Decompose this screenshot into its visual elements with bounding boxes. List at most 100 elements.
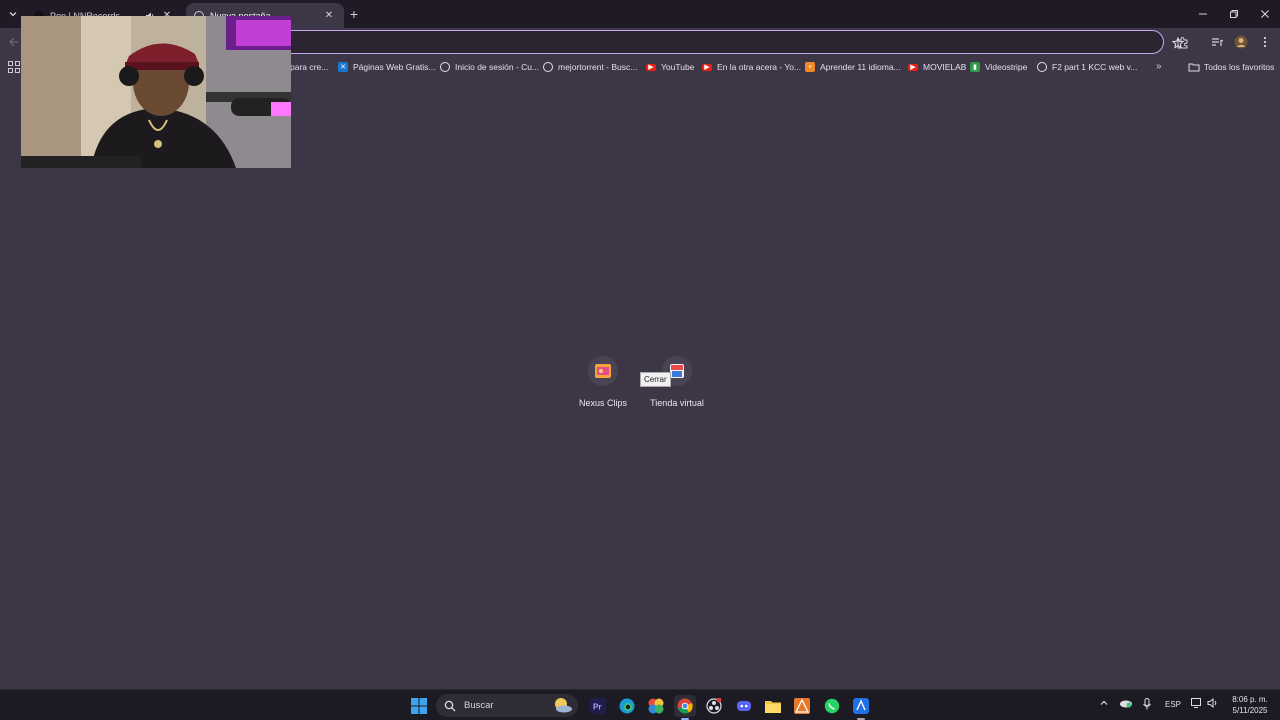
- media-controls-button[interactable]: [1209, 34, 1225, 50]
- apps-grid-icon[interactable]: [8, 61, 20, 73]
- edge-icon: [619, 698, 635, 714]
- shortcut-icon: [588, 356, 618, 386]
- profile-avatar[interactable]: [1233, 34, 1249, 50]
- taskbar-chrome[interactable]: [674, 695, 696, 720]
- bookmark-item[interactable]: ▮ Videostripe: [970, 59, 1027, 75]
- tray-overflow-icon[interactable]: [1099, 698, 1109, 710]
- windows-logo-icon: [411, 698, 427, 714]
- restore-icon: [1230, 10, 1238, 18]
- extensions-button[interactable]: [1174, 34, 1190, 50]
- bookmark-label: Aprender 11 idioma...: [820, 62, 901, 72]
- shortcut-label: Tienda virtual: [650, 398, 704, 408]
- tienda-virtual-icon: [670, 364, 684, 378]
- nexus-clips-icon: [595, 364, 611, 378]
- windows-taskbar: Buscar Pr ESP 8:06 p. m. 5/11/2025: [0, 689, 1280, 720]
- google-icon: [543, 62, 553, 72]
- taskbar-clock[interactable]: 8:06 p. m. 5/11/2025: [1226, 694, 1274, 716]
- bookmark-label: mejortorrent - Busc...: [558, 62, 638, 72]
- shortcut-nexus-clips[interactable]: Nexus Clips: [568, 356, 638, 416]
- chevron-down-icon: [9, 12, 17, 17]
- youtube-icon: ▶: [702, 63, 712, 71]
- discord-icon: [737, 701, 751, 711]
- folder-icon: [765, 701, 781, 713]
- whatsapp-icon: [824, 698, 840, 714]
- taskbar-obs[interactable]: [703, 695, 725, 717]
- onedrive-icon[interactable]: [1119, 698, 1133, 710]
- youtube-icon: ▶: [646, 63, 656, 71]
- premiere-pro-icon: Pr: [590, 698, 606, 714]
- folder-icon: [1188, 63, 1200, 72]
- taskbar-whatsapp[interactable]: [821, 695, 843, 717]
- bookmark-item[interactable]: + Aprender 11 idioma...: [805, 59, 901, 75]
- colorful-app-icon: [648, 698, 664, 714]
- bookmark-label: MOVIELAB: [923, 62, 967, 72]
- taskbar-blue-app[interactable]: [850, 695, 872, 720]
- taskbar-edge[interactable]: [616, 695, 638, 717]
- webcam-person-image: [21, 16, 291, 168]
- bookmarks-overflow-icon[interactable]: »: [1156, 61, 1162, 72]
- restore-button[interactable]: [1219, 0, 1249, 28]
- taskbar-photos[interactable]: [645, 695, 667, 717]
- all-bookmarks-folder[interactable]: Todos los favoritos: [1188, 59, 1274, 75]
- taskbar-discord[interactable]: [733, 695, 755, 717]
- clock-date: 5/11/2025: [1232, 706, 1268, 715]
- bookmark-label: Videostripe: [985, 62, 1028, 72]
- green-icon: ▮: [970, 62, 980, 72]
- taskbar-premiere[interactable]: Pr: [587, 695, 609, 717]
- network-icon[interactable]: [1191, 698, 1203, 710]
- puzzle-icon: [1177, 36, 1187, 48]
- close-window-button[interactable]: [1250, 0, 1280, 28]
- google-icon: [440, 62, 450, 72]
- kebab-menu-icon: [1263, 36, 1267, 48]
- taskbar-file-explorer[interactable]: [762, 695, 784, 717]
- start-button[interactable]: [408, 695, 430, 717]
- bookmark-item[interactable]: ✕ Páginas Web Gratis...: [338, 59, 436, 75]
- bookmark-item[interactable]: ▶ En la otra acera - Yo...: [702, 59, 801, 75]
- menu-button[interactable]: [1257, 34, 1273, 50]
- shortcut-label: Nexus Clips: [578, 398, 627, 408]
- microphone-icon[interactable]: [1142, 698, 1152, 712]
- webcam-overlay: [21, 16, 291, 168]
- minimize-icon: [1199, 13, 1207, 15]
- bookmark-label: Páginas Web Gratis...: [353, 62, 436, 72]
- search-icon: [444, 700, 456, 711]
- bookmark-item[interactable]: F2 part 1 KCC web v...: [1037, 59, 1137, 75]
- playlist-icon: [1211, 37, 1223, 46]
- bookmark-item[interactable]: ▶ MOVIELAB: [908, 59, 966, 75]
- clock-time: 8:06 p. m.: [1232, 695, 1268, 704]
- bookmark-label: F2 part 1 KCC web v...: [1052, 62, 1138, 72]
- bookmark-label: YouTube: [661, 62, 695, 72]
- globe-icon: [1037, 62, 1047, 72]
- bookmark-item[interactable]: ▶ YouTube: [646, 59, 694, 75]
- x-icon: ✕: [338, 62, 348, 72]
- youtube-icon: ▶: [908, 63, 918, 71]
- weather-icon: [555, 698, 572, 713]
- bookmark-label: para cre...: [290, 62, 329, 72]
- bookmark-label: Inicio de sesión - Cu...: [455, 62, 540, 72]
- bookmark-item[interactable]: para cre...: [290, 59, 328, 75]
- chrome-icon: [677, 698, 693, 714]
- close-tooltip: Cerrar: [640, 372, 671, 387]
- search-label: Buscar: [464, 700, 494, 711]
- avatar-icon: [1234, 35, 1248, 49]
- bookmark-item[interactable]: mejortorrent - Busc...: [543, 59, 637, 75]
- triangle-app-icon: [794, 698, 810, 714]
- orange-icon: +: [805, 62, 815, 72]
- bookmark-label: En la otra acera - Yo...: [717, 62, 802, 72]
- tab-search-button[interactable]: [4, 5, 22, 23]
- volume-icon[interactable]: [1207, 697, 1219, 710]
- tab-close-icon[interactable]: ✕: [322, 9, 336, 23]
- obs-icon: [706, 698, 722, 714]
- blue-app-icon: [853, 698, 869, 714]
- svg-text:Pr: Pr: [593, 703, 601, 712]
- back-button[interactable]: [6, 34, 22, 50]
- taskbar-search[interactable]: Buscar: [436, 694, 578, 717]
- all-bookmarks-label: Todos los favoritos: [1204, 62, 1275, 72]
- bookmark-item[interactable]: Inicio de sesión - Cu...: [440, 59, 539, 75]
- minimize-button[interactable]: [1188, 0, 1218, 28]
- taskbar-orange-app[interactable]: [791, 695, 813, 717]
- arrow-left-icon: [9, 37, 18, 47]
- language-indicator[interactable]: ESP: [1165, 700, 1181, 709]
- new-tab-button[interactable]: +: [346, 6, 362, 22]
- close-icon: [1261, 10, 1269, 18]
